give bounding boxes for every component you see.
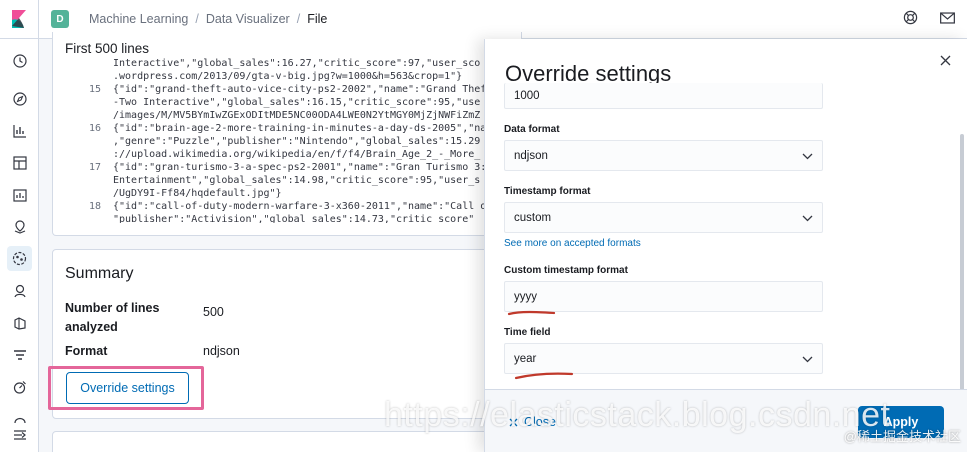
- code-line: 17 {"id":"gran-turismo-3-a-spec-ps2-2001"…: [81, 161, 523, 174]
- infrastructure-icon[interactable]: [11, 282, 28, 299]
- logs-icon[interactable]: [11, 314, 28, 331]
- annotation-underline: [514, 372, 574, 380]
- lines-to-sample-value: 1000: [514, 89, 540, 102]
- line-number: [81, 148, 101, 161]
- line-number: 17: [88, 162, 101, 173]
- time-field-value: year: [514, 352, 537, 365]
- line-text: "publisher":"Activision","global_sales":…: [113, 214, 475, 223]
- custom-timestamp-label: Custom timestamp format: [504, 265, 628, 276]
- timestamp-format-value: custom: [514, 211, 552, 224]
- data-format-label: Data format: [504, 124, 560, 135]
- line-text: {"id":"gran-turismo-3-a-spec-ps2-2001","…: [113, 162, 505, 173]
- summary-title: Summary: [65, 265, 134, 282]
- collapse-icon[interactable]: [11, 426, 28, 443]
- line-text: {"id":"grand-theft-auto-vice-city-ps2-20…: [113, 84, 505, 95]
- accepted-formats-link[interactable]: See more on accepted formats: [504, 238, 641, 249]
- breadcrumb-separator: /: [296, 12, 301, 26]
- management-icon[interactable]: [11, 410, 28, 427]
- line-number: 16: [88, 123, 101, 134]
- line-number: [81, 135, 101, 148]
- file-contents-panel: First 500 lines Interactive","global_sal…: [52, 32, 522, 236]
- clock-icon[interactable]: [11, 52, 28, 69]
- code-line: Interactive","global_sales":16.27,"criti…: [81, 57, 523, 70]
- uptime-icon[interactable]: [11, 378, 28, 395]
- line-text: -Two Interactive","global_sales":16.15,"…: [113, 97, 481, 108]
- lines-analyzed-value: 500: [203, 305, 224, 319]
- line-number: [81, 109, 101, 122]
- chevron-down-icon: [802, 151, 813, 163]
- watermark-secondary: @稀土掘金技术社区: [843, 429, 961, 444]
- time-field-label: Time field: [504, 327, 551, 338]
- machine-learning-icon[interactable]: [7, 246, 32, 271]
- line-number: [81, 96, 101, 109]
- code-line: .wordpress.com/2013/09/gta-v-big.jpg?w=1…: [81, 70, 523, 83]
- line-text: Interactive","global_sales":16.27,"criti…: [113, 58, 481, 69]
- code-line: /images/M/MV5BYmIwZGExODItMDE5NC00ODA4LW…: [81, 109, 523, 122]
- format-label: Format: [65, 344, 108, 358]
- breadcrumb-machine-learning[interactable]: Machine Learning: [89, 12, 188, 26]
- line-text: {"id":"call-of-duty-modern-warfare-3-x36…: [113, 201, 505, 212]
- code-line: /UgDY9I-Ff84/hqdefault.jpg"}: [81, 187, 523, 200]
- line-number: [81, 70, 101, 83]
- file-contents-code[interactable]: Interactive","global_sales":16.27,"criti…: [81, 57, 523, 223]
- code-line: 18 {"id":"call-of-duty-modern-warfare-3-x…: [81, 200, 523, 213]
- line-text: /UgDY9I-Ff84/hqdefault.jpg"}: [113, 188, 282, 199]
- line-number: 18: [88, 201, 101, 212]
- close-icon[interactable]: [940, 53, 951, 71]
- code-line: 16 {"id":"brain-age-2-more-training-in-mi…: [81, 122, 523, 135]
- kibana-logo-icon[interactable]: [0, 0, 39, 39]
- visualize-icon[interactable]: [11, 122, 28, 139]
- data-format-value: ndjson: [514, 149, 548, 162]
- code-line: Entertainment","global_sales":14.98,"cri…: [81, 174, 523, 187]
- flyout-scrollbar[interactable]: [960, 134, 964, 394]
- file-contents-title: First 500 lines: [65, 41, 150, 56]
- code-line: -Two Interactive","global_sales":16.15,"…: [81, 96, 523, 109]
- maps-icon[interactable]: [11, 218, 28, 235]
- code-line: ://upload.wikimedia.org/wikipedia/en/f/f…: [81, 148, 523, 161]
- format-value: ndjson: [203, 344, 240, 358]
- line-text: /images/M/MV5BYmIwZGExODItMDE5NC00ODA4LW…: [113, 110, 481, 121]
- line-number: [81, 57, 101, 70]
- line-number: [81, 187, 101, 200]
- breadcrumb: Machine Learning / Data Visualizer / Fil…: [89, 12, 327, 26]
- breadcrumb-file: File: [307, 12, 328, 26]
- dashboard-icon[interactable]: [11, 154, 28, 171]
- canvas-icon[interactable]: [11, 186, 28, 203]
- line-number: [81, 174, 101, 187]
- override-settings-flyout: Override settings 1000 Data format ndjso…: [484, 39, 967, 452]
- lines-analyzed-label: Number of lines analyzed: [65, 301, 160, 334]
- breadcrumb-data-visualizer[interactable]: Data Visualizer: [206, 12, 290, 26]
- timestamp-format-label: Timestamp format: [504, 186, 591, 197]
- line-number: [81, 213, 101, 223]
- lines-to-sample-field[interactable]: 1000: [504, 83, 823, 109]
- custom-timestamp-value: yyyy: [514, 290, 537, 303]
- line-text: Entertainment","global_sales":14.98,"cri…: [113, 175, 481, 186]
- line-text: ,"genre":"Puzzle","publisher":"Nintendo"…: [113, 136, 481, 147]
- code-line: "publisher":"Activision","global_sales":…: [81, 213, 523, 223]
- discover-icon[interactable]: [11, 90, 28, 107]
- line-number: 15: [88, 84, 101, 95]
- apm-icon[interactable]: [11, 346, 28, 363]
- code-line: ,"genre":"Puzzle","publisher":"Nintendo"…: [81, 135, 523, 148]
- data-format-select[interactable]: ndjson: [504, 140, 823, 171]
- watermark: https://elasticstack.blog.csdn.net: [384, 396, 891, 434]
- mail-icon[interactable]: [940, 11, 955, 29]
- chevron-down-icon: [802, 213, 813, 225]
- help-icon[interactable]: [903, 10, 918, 30]
- timestamp-format-select[interactable]: custom: [504, 202, 823, 233]
- chevron-down-icon: [802, 354, 813, 366]
- code-line: 15 {"id":"grand-theft-auto-vice-city-ps2-…: [81, 83, 523, 96]
- custom-timestamp-input[interactable]: yyyy: [504, 281, 823, 312]
- side-navigation: [0, 39, 39, 452]
- annotation-underline: [507, 310, 556, 316]
- space-avatar[interactable]: D: [51, 10, 69, 28]
- line-text: .wordpress.com/2013/09/gta-v-big.jpg?w=1…: [113, 71, 463, 82]
- override-settings-button[interactable]: Override settings: [66, 372, 189, 404]
- line-text: {"id":"brain-age-2-more-training-in-minu…: [113, 123, 505, 134]
- line-text: ://upload.wikimedia.org/wikipedia/en/f/f…: [113, 149, 481, 160]
- breadcrumb-separator: /: [195, 12, 199, 26]
